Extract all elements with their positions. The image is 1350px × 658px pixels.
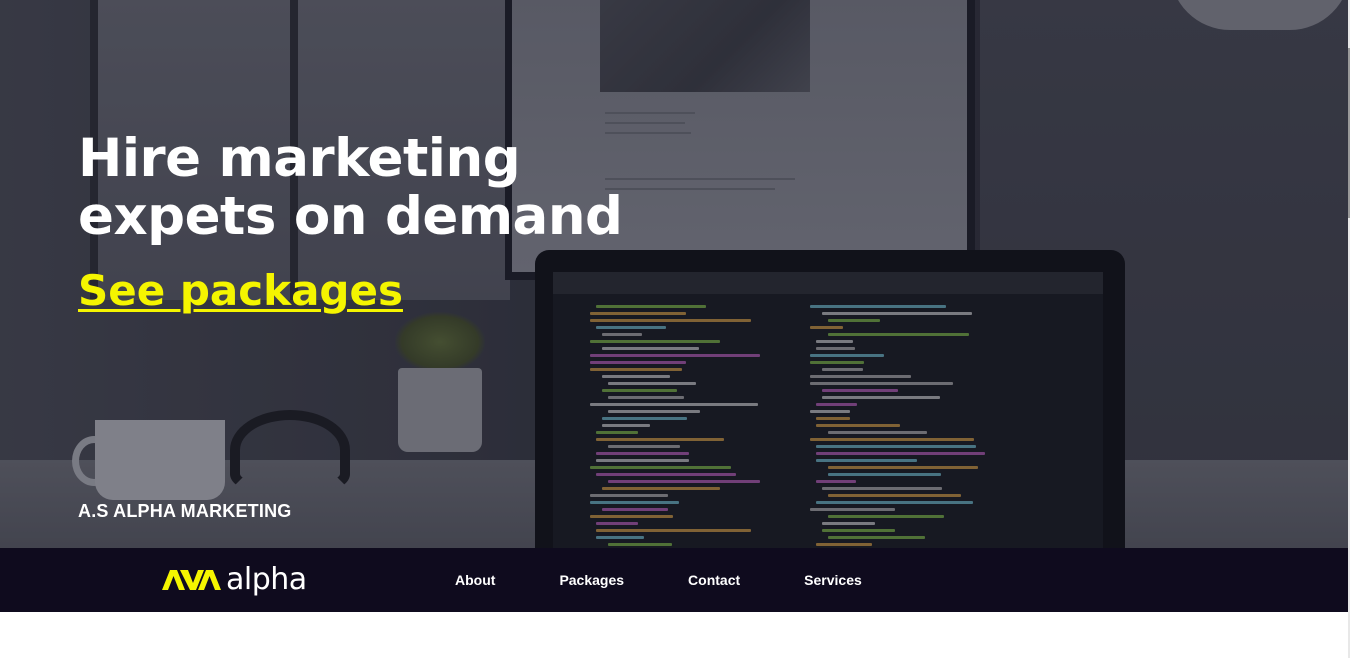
hero-title: Hire marketing expets on demand <box>78 130 678 246</box>
page: Hire marketing expets on demand See packa… <box>0 0 1350 658</box>
hero-title-line-2: expets on demand <box>78 186 623 247</box>
nav-links: About Packages Contact Services <box>455 548 862 612</box>
company-name: A.S ALPHA MARKETING <box>78 501 292 521</box>
hero-section: Hire marketing expets on demand See packa… <box>0 0 1348 548</box>
navbar: alpha About Packages Contact Services <box>0 548 1348 612</box>
page-content-area <box>0 612 1348 658</box>
nav-link-about[interactable]: About <box>455 572 495 588</box>
logo[interactable]: alpha <box>160 558 307 602</box>
hero-title-line-1: Hire marketing <box>78 128 521 189</box>
nav-link-contact[interactable]: Contact <box>688 572 740 588</box>
logo-text: alpha <box>226 562 307 597</box>
see-packages-link[interactable]: See packages <box>78 264 403 318</box>
nav-link-services[interactable]: Services <box>804 572 862 588</box>
alpha-logo-icon <box>162 570 221 590</box>
nav-link-packages[interactable]: Packages <box>559 572 624 588</box>
